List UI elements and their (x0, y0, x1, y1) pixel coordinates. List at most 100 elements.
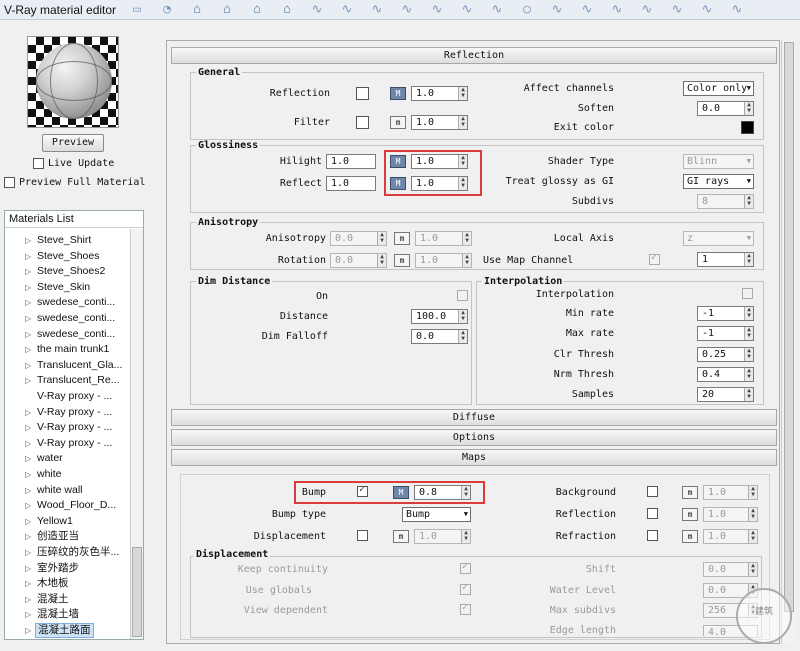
filter-color-swatch[interactable] (356, 116, 369, 129)
rollout-options-header[interactable]: Options (171, 429, 777, 446)
material-list-item[interactable]: ▷ swedese_conti... (5, 295, 129, 310)
home-icon[interactable]: ⌂ (190, 3, 204, 17)
spinner-arrows[interactable]: ▲▼ (458, 116, 467, 129)
comment-icon[interactable]: ▭ (130, 3, 144, 17)
expand-arrow-icon[interactable]: ▷ (25, 358, 31, 373)
material-list-item[interactable]: ▷ 创造亚当 (5, 529, 129, 544)
expand-arrow-icon[interactable]: ▷ (25, 561, 31, 576)
expand-arrow-icon[interactable]: ▷ (25, 405, 31, 420)
spinner-arrows[interactable]: ▲▼ (748, 508, 757, 521)
spinner-arrows[interactable]: ▲▼ (744, 102, 753, 115)
material-list-item[interactable]: ▷ Yellow1 (5, 514, 129, 529)
spinner-arrows[interactable]: ▲▼ (462, 254, 471, 267)
curve-icon[interactable]: ∿ (550, 3, 564, 17)
reflection-map-button[interactable]: M (390, 87, 406, 100)
curve-icon[interactable]: ∿ (370, 3, 384, 17)
dim-on-checkbox[interactable] (457, 290, 468, 301)
spinner-arrows[interactable]: ▲▼ (461, 530, 470, 543)
rollout-diffuse-header[interactable]: Diffuse (171, 409, 777, 426)
home-icon[interactable]: ⌂ (250, 3, 264, 17)
expand-arrow-icon[interactable]: ▷ (25, 592, 31, 607)
rollout-reflection-header[interactable]: Reflection (171, 47, 777, 64)
material-list-item[interactable]: ▷ the main trunk1 (5, 342, 129, 357)
spinner-arrows[interactable]: ▲▼ (744, 195, 753, 208)
use-map-channel-checkbox[interactable] (649, 252, 660, 265)
nrm-thresh-spinner[interactable]: 0.4 ▲ ▼ (697, 367, 754, 382)
expand-arrow-icon[interactable]: ▷ (25, 420, 31, 435)
shader-type-dropdown[interactable]: Blinn ▼ (683, 154, 754, 169)
curve-icon[interactable]: ∿ (490, 3, 504, 17)
expand-arrow-icon[interactable]: ▷ (25, 514, 31, 529)
preview-full-material-checkbox[interactable] (4, 177, 15, 188)
rotation-map-amount-spinner[interactable]: 1.0 ▲ ▼ (415, 253, 472, 268)
material-list-item[interactable]: ▷ Steve_Shoes (5, 249, 129, 264)
material-list-item[interactable]: ▷ swedese_conti... (5, 327, 129, 342)
view-dependent-checkbox[interactable] (460, 602, 471, 615)
affect-channels-dropdown[interactable]: Color only ▼ (683, 81, 754, 96)
background-checkbox[interactable] (647, 486, 658, 497)
local-axis-dropdown[interactable]: z ▼ (683, 231, 754, 246)
refraction-map-button[interactable]: m (682, 530, 698, 543)
materials-scroll-thumb[interactable] (132, 547, 142, 637)
curve-icon[interactable]: ∿ (640, 3, 654, 17)
anisotropy-spinner[interactable]: 0.0 ▲ ▼ (330, 231, 387, 246)
live-update-checkbox[interactable] (33, 158, 44, 169)
material-list-item[interactable]: ▷ 混凝土墙 (5, 607, 129, 622)
anisotropy-map-amount-spinner[interactable]: 1.0 ▲ ▼ (415, 231, 472, 246)
bump-type-dropdown[interactable]: Bump ▼ (402, 507, 471, 522)
background-amount-spinner[interactable]: 1.0 ▲ ▼ (703, 485, 758, 500)
displacement-checkbox[interactable] (357, 530, 368, 541)
spinner-arrows[interactable]: ▲▼ (377, 254, 386, 267)
shift-spinner[interactable]: 0.0 ▲ ▼ (703, 562, 758, 577)
rotation-spinner[interactable]: 0.0 ▲ ▼ (330, 253, 387, 268)
material-list-item[interactable]: V-Ray proxy - ... (5, 389, 129, 404)
keep-continuity-checkbox[interactable] (460, 561, 471, 574)
max-rate-spinner[interactable]: -1 ▲ ▼ (697, 326, 754, 341)
rotation-map-button[interactable]: m (394, 254, 410, 267)
subdivs-spinner[interactable]: 8 ▲ ▼ (697, 194, 754, 209)
expand-arrow-icon[interactable]: ▷ (25, 264, 31, 279)
curve-icon[interactable]: ∿ (730, 3, 744, 17)
curve-icon[interactable]: ∿ (430, 3, 444, 17)
expand-arrow-icon[interactable]: ▷ (25, 373, 31, 388)
expand-arrow-icon[interactable]: ▷ (25, 327, 31, 342)
background-map-button[interactable]: m (682, 486, 698, 499)
rollout-maps-header[interactable]: Maps (171, 449, 777, 466)
material-list-item[interactable]: ▷ Steve_Shoes2 (5, 264, 129, 279)
expand-arrow-icon[interactable]: ▷ (25, 467, 31, 482)
treat-glossy-dropdown[interactable]: GI rays only ▼ (683, 174, 754, 189)
spinner-arrows[interactable]: ▲▼ (744, 253, 753, 266)
expand-arrow-icon[interactable]: ▷ (25, 436, 31, 451)
spinner-arrows[interactable]: ▲▼ (748, 486, 757, 499)
material-list-item[interactable]: ▷ V-Ray proxy - ... (5, 436, 129, 451)
material-list-item[interactable]: ▷ white wall (5, 483, 129, 498)
expand-arrow-icon[interactable]: ▷ (25, 498, 31, 513)
material-list-item[interactable]: ▷ 木地板 (5, 576, 129, 591)
material-list-item[interactable]: ▷ 室外踏步 (5, 561, 129, 576)
expand-arrow-icon[interactable]: ▷ (25, 451, 31, 466)
curve-icon[interactable]: ∿ (340, 3, 354, 17)
material-list-item[interactable]: ▷ V-Ray proxy - ... (5, 420, 129, 435)
soften-spinner[interactable]: 0.0 ▲ ▼ (697, 101, 754, 116)
anisotropy-map-button[interactable]: m (394, 232, 410, 245)
samples-spinner[interactable]: 20 ▲ ▼ (697, 387, 754, 402)
bubble-icon[interactable]: ◔ (160, 3, 174, 17)
dim-falloff-spinner[interactable]: 0.0 ▲ ▼ (411, 329, 468, 344)
reflection-color-swatch[interactable] (356, 87, 369, 100)
spinner-arrows[interactable]: ▲▼ (748, 530, 757, 543)
reflect-glossiness-field[interactable]: 1.0 (326, 176, 376, 191)
panel-scrollbar[interactable] (781, 40, 795, 644)
interpolation-checkbox[interactable] (742, 288, 753, 299)
min-rate-spinner[interactable]: -1 ▲ ▼ (697, 306, 754, 321)
refraction-checkbox[interactable] (647, 530, 658, 541)
curve-icon[interactable]: ∿ (310, 3, 324, 17)
material-list-item[interactable]: ▷ Steve_Skin (5, 280, 129, 295)
spinner-arrows[interactable]: ▲▼ (462, 232, 471, 245)
spinner-arrows[interactable]: ▲▼ (748, 563, 757, 576)
hilight-glossiness-field[interactable]: 1.0 (326, 154, 376, 169)
map-channel-spinner[interactable]: 1 ▲ ▼ (697, 252, 754, 267)
preview-button[interactable]: Preview (42, 134, 104, 152)
expand-arrow-icon[interactable]: ▷ (25, 233, 31, 248)
spinner-arrows[interactable]: ▲▼ (744, 388, 753, 401)
curve-icon[interactable]: ∿ (610, 3, 624, 17)
